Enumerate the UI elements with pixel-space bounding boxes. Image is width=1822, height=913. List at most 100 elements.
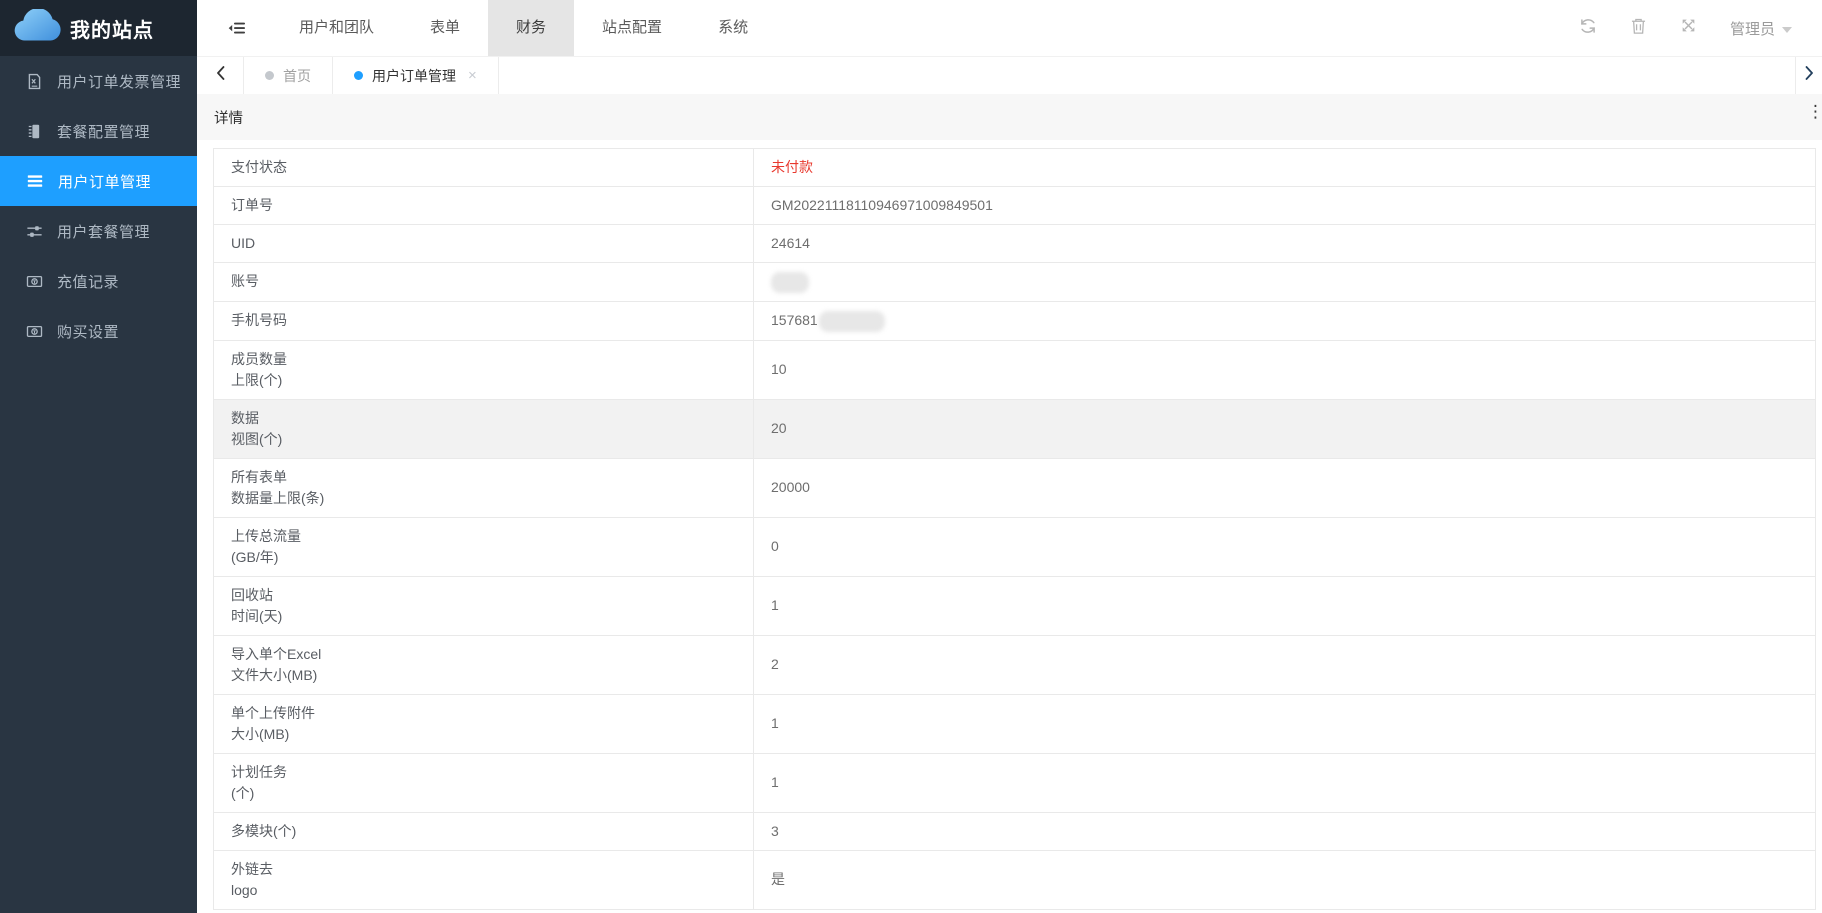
detail-value bbox=[754, 263, 1816, 302]
user-menu[interactable]: 管理员 bbox=[1730, 18, 1792, 39]
detail-label-line: 账号 bbox=[231, 271, 736, 292]
sidebar-menu: 用户订单发票管理套餐配置管理用户订单管理用户套餐管理充值记录购买设置 bbox=[0, 56, 197, 356]
detail-label: 成员数量上限(个) bbox=[214, 340, 754, 399]
banknote-icon bbox=[26, 273, 43, 290]
detail-label-line: logo bbox=[231, 880, 736, 901]
detail-value: 1 bbox=[754, 753, 1816, 812]
caret-down-icon bbox=[1782, 20, 1792, 37]
site-title: 我的站点 bbox=[70, 14, 154, 43]
more-options-icon[interactable]: ⋮ bbox=[1807, 103, 1822, 120]
tab-list: 首页 用户订单管理 × bbox=[244, 57, 499, 94]
menu-fold-icon[interactable] bbox=[227, 18, 247, 38]
tab-label: 用户订单管理 bbox=[372, 66, 456, 86]
detail-row: 多模块(个) 3 bbox=[214, 812, 1816, 850]
sidebar-item[interactable]: 套餐配置管理 bbox=[0, 106, 197, 156]
detail-value: 0 bbox=[754, 517, 1816, 576]
detail-label: 支付状态 bbox=[214, 149, 754, 187]
detail-label-line: 上传总流量 bbox=[231, 526, 736, 547]
trash-icon bbox=[1630, 17, 1647, 40]
detail-row: 数据视图(个)20 bbox=[214, 399, 1816, 458]
tab-status-dot-icon bbox=[265, 71, 274, 80]
topnav-item[interactable]: 站点配置 bbox=[574, 0, 690, 56]
detail-label-line: (GB/年) bbox=[231, 547, 736, 568]
brand[interactable]: 我的站点 bbox=[0, 0, 197, 56]
page-header: 详情 ⋮ bbox=[197, 94, 1822, 140]
detail-row: 成员数量上限(个) 10 bbox=[214, 340, 1816, 399]
detail-value-text: 是 bbox=[771, 871, 785, 887]
topnav-item[interactable]: 表单 bbox=[402, 0, 488, 56]
detail-label: 多模块(个) bbox=[214, 812, 754, 850]
fullscreen-button[interactable] bbox=[1680, 17, 1697, 39]
detail-label-line: 外链去 bbox=[231, 859, 736, 880]
detail-row: 支付状态 未付款 bbox=[214, 149, 1816, 187]
detail-value: 20000 bbox=[754, 458, 1816, 517]
detail-value-text: 1 bbox=[771, 597, 779, 613]
tab-label: 首页 bbox=[283, 66, 311, 86]
trash-button[interactable] bbox=[1630, 17, 1647, 40]
tabs-scroll-left-button[interactable] bbox=[197, 57, 244, 94]
detail-label-line: 所有表单 bbox=[231, 467, 736, 488]
tab-close-icon[interactable]: × bbox=[468, 68, 477, 83]
page-title: 详情 bbox=[214, 107, 243, 128]
detail-row: 计划任务(个)1 bbox=[214, 753, 1816, 812]
detail-row: 所有表单数据量上限(条)20000 bbox=[214, 458, 1816, 517]
chevron-right-icon bbox=[1805, 66, 1814, 85]
detail-label-line: 导入单个Excel bbox=[231, 644, 736, 665]
refresh-icon bbox=[1579, 17, 1597, 40]
topnav-items: 用户和团队表单财务站点配置系统 bbox=[271, 0, 776, 56]
redacted-value bbox=[819, 311, 885, 332]
detail-value-text: 24614 bbox=[771, 235, 810, 251]
content: 支付状态 未付款订单号GM20221118110946971009849501UI… bbox=[197, 148, 1822, 910]
sidebar-item[interactable]: 用户订单发票管理 bbox=[0, 56, 197, 106]
detail-row: 订单号GM20221118110946971009849501 bbox=[214, 187, 1816, 225]
topnav-item[interactable]: 系统 bbox=[690, 0, 776, 56]
detail-label-line: 时间(天) bbox=[231, 606, 736, 627]
detail-value-text: 10 bbox=[771, 361, 787, 377]
invoice-file-icon bbox=[26, 73, 43, 90]
detail-label: 导入单个Excel文件大小(MB) bbox=[214, 635, 754, 694]
detail-value-text: 1 bbox=[771, 715, 779, 731]
detail-value: 1 bbox=[754, 576, 1816, 635]
sidebar-item-label: 购买设置 bbox=[57, 321, 119, 342]
detail-label: UID bbox=[214, 225, 754, 263]
detail-value: 157681 bbox=[754, 301, 1816, 340]
sidebar-item-label: 用户订单发票管理 bbox=[57, 71, 181, 92]
detail-table: 支付状态 未付款订单号GM20221118110946971009849501UI… bbox=[213, 148, 1816, 910]
detail-value-text: 20000 bbox=[771, 479, 810, 495]
sidebar-item[interactable]: 购买设置 bbox=[0, 306, 197, 356]
topnav-item[interactable]: 财务 bbox=[488, 0, 574, 56]
tab[interactable]: 首页 bbox=[244, 57, 333, 94]
detail-value-text: 20 bbox=[771, 420, 787, 436]
detail-value-text: 3 bbox=[771, 823, 779, 839]
detail-value: 20 bbox=[754, 399, 1816, 458]
refresh-button[interactable] bbox=[1579, 17, 1597, 40]
detail-label-line: 视图(个) bbox=[231, 429, 736, 450]
detail-label: 外链去logo bbox=[214, 850, 754, 909]
tab-status-dot-icon bbox=[354, 71, 363, 80]
detail-label: 单个上传附件大小(MB) bbox=[214, 694, 754, 753]
sidebar-item-label: 套餐配置管理 bbox=[57, 121, 150, 142]
detail-row: 单个上传附件大小(MB) 1 bbox=[214, 694, 1816, 753]
detail-label-line: 上限(个) bbox=[231, 370, 736, 391]
topnav-item[interactable]: 用户和团队 bbox=[271, 0, 402, 56]
user-menu-label: 管理员 bbox=[1730, 18, 1775, 39]
sidebar-item[interactable]: 充值记录 bbox=[0, 256, 197, 306]
sliders-icon bbox=[26, 223, 43, 240]
detail-value-text: 未付款 bbox=[771, 159, 813, 175]
package-chip-icon bbox=[26, 123, 43, 140]
detail-row: UID 24614 bbox=[214, 225, 1816, 263]
sidebar-item-label: 用户订单管理 bbox=[58, 171, 151, 192]
tabs-scroll-right-button[interactable] bbox=[1795, 57, 1822, 94]
sidebar-item[interactable]: 用户订单管理 bbox=[0, 156, 197, 206]
cloud-icon bbox=[13, 9, 61, 47]
redacted-value bbox=[771, 272, 809, 293]
sidebar-item-label: 用户套餐管理 bbox=[57, 221, 150, 242]
tab[interactable]: 用户订单管理 × bbox=[333, 57, 499, 94]
sidebar-item[interactable]: 用户套餐管理 bbox=[0, 206, 197, 256]
detail-row: 外链去logo 是 bbox=[214, 850, 1816, 909]
banknote-icon bbox=[26, 323, 43, 340]
detail-label-line: 文件大小(MB) bbox=[231, 665, 736, 686]
detail-value: 10 bbox=[754, 340, 1816, 399]
app-window: 我的站点 用户订单发票管理套餐配置管理用户订单管理用户套餐管理充值记录购买设置 … bbox=[0, 0, 1822, 913]
topbar: 用户和团队表单财务站点配置系统 管理员 bbox=[197, 0, 1822, 56]
